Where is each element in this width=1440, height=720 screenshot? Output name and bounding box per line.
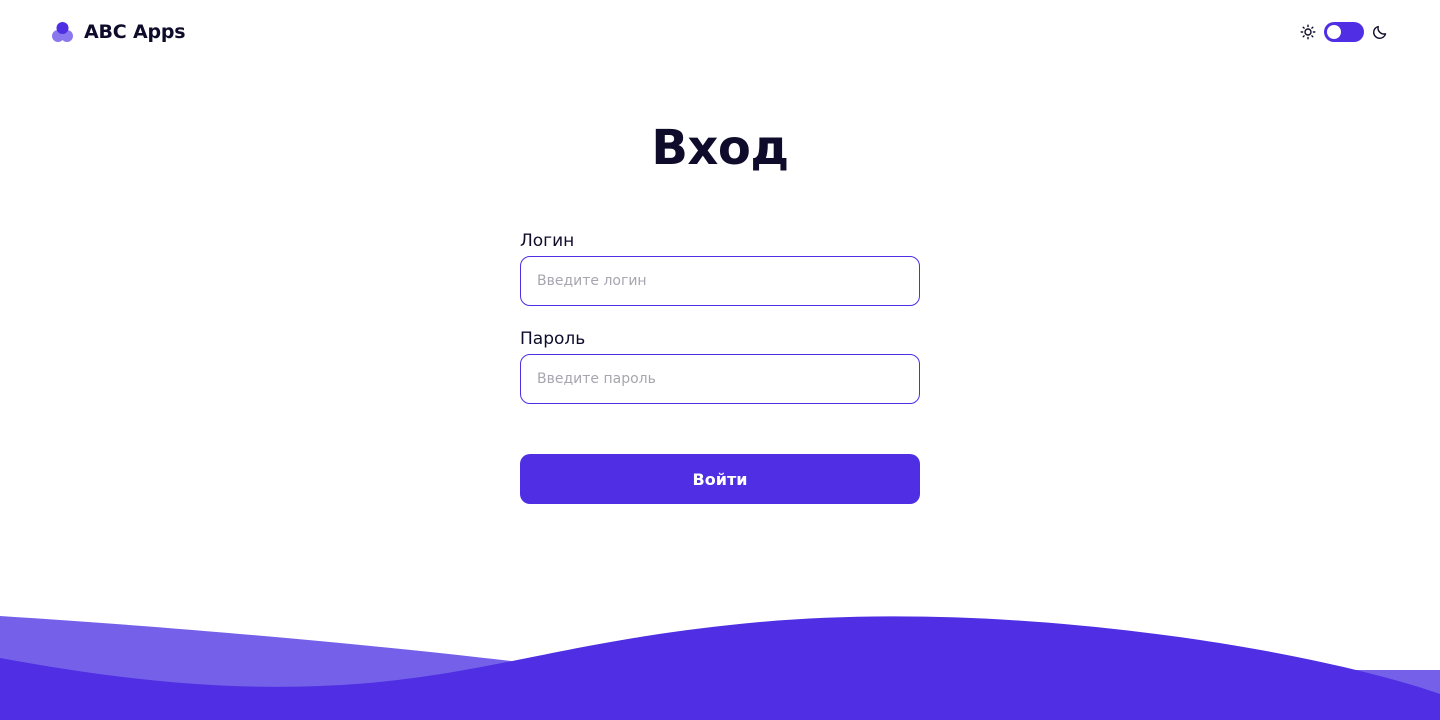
- sun-icon[interactable]: [1300, 24, 1316, 40]
- theme-switch: [1300, 20, 1388, 44]
- password-input[interactable]: [520, 354, 920, 404]
- login-label: Логин: [520, 231, 575, 251]
- login-input[interactable]: [520, 256, 920, 306]
- page-title: Вход: [651, 120, 789, 176]
- theme-toggle[interactable]: [1324, 22, 1364, 42]
- password-label: Пароль: [520, 329, 586, 349]
- brand[interactable]: ABC Apps: [52, 20, 186, 44]
- footer-waves: [0, 616, 1440, 720]
- theme-toggle-knob: [1327, 25, 1341, 39]
- abc-apps-logo-icon: [52, 22, 73, 42]
- login-form: Логин Пароль Войти: [520, 230, 920, 504]
- brand-name: ABC Apps: [84, 21, 186, 43]
- top-bar: ABC Apps: [0, 0, 1440, 64]
- login-page: ABC Apps Вход Логин Введите логин Пароль…: [0, 0, 1440, 720]
- login-submit-button[interactable]: Войти: [520, 454, 920, 504]
- moon-icon[interactable]: [1372, 24, 1388, 40]
